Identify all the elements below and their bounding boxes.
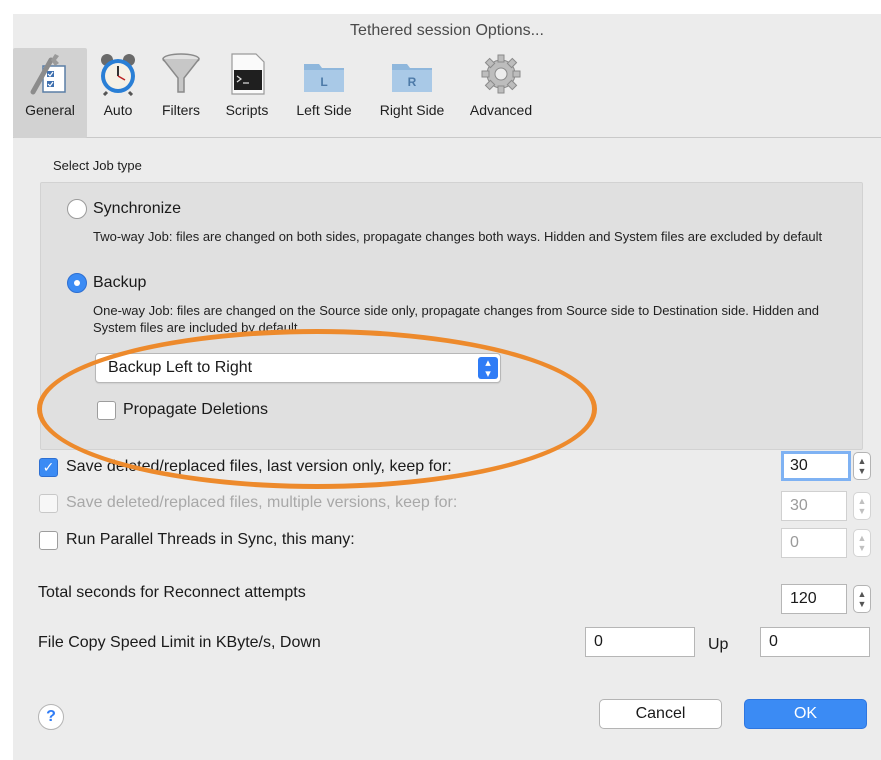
speed-limit-up-input[interactable]: 0 [760, 627, 870, 657]
job-type-section-label: Select Job type [53, 158, 142, 173]
tab-scripts[interactable]: Scripts [215, 48, 279, 138]
synchronize-label[interactable]: Synchronize [93, 200, 181, 218]
tab-auto[interactable]: Auto [91, 48, 145, 138]
svg-text:R: R [408, 75, 417, 89]
chevron-up-down-icon: ▴ ▾ [478, 357, 498, 380]
cancel-button[interactable]: Cancel [599, 699, 722, 729]
tab-right-side-label: Right Side [379, 102, 445, 118]
synchronize-radio[interactable] [67, 199, 87, 219]
propagate-deletions-checkbox[interactable] [97, 401, 116, 420]
general-wrench-checkbox-icon [30, 54, 66, 95]
tab-left-side[interactable]: L Left Side [283, 48, 365, 138]
terminal-document-icon [231, 53, 265, 95]
funnel-icon [162, 53, 200, 93]
speed-limit-up-label: Up [708, 636, 729, 653]
save-last-version-days-input[interactable]: 30 [781, 451, 851, 481]
save-multiple-versions-stepper[interactable]: ▲ ▼ [853, 492, 871, 520]
tab-scripts-label: Scripts [225, 102, 269, 118]
speed-limit-down-input[interactable]: 0 [585, 627, 695, 657]
reconnect-seconds-input[interactable]: 120 [781, 584, 847, 614]
save-multiple-versions-input[interactable]: 30 [781, 491, 847, 521]
parallel-threads-input[interactable]: 0 [781, 528, 847, 558]
window-title: Tethered session Options... [350, 22, 544, 39]
reconnect-label: Total seconds for Reconnect attempts [38, 584, 306, 601]
help-button[interactable]: ? [38, 704, 64, 730]
ok-button[interactable]: OK [744, 699, 867, 729]
gear-icon [481, 54, 521, 94]
preferences-toolbar: General Auto Filters Scripts L Left Side… [13, 48, 881, 138]
backup-direction-select[interactable]: Backup Left to Right ▴ ▾ [95, 353, 501, 383]
tab-general[interactable]: General [13, 48, 87, 138]
parallel-threads-checkbox[interactable] [39, 531, 58, 550]
folder-r-icon: R [392, 64, 432, 92]
folder-l-icon: L [304, 64, 344, 92]
options-dialog: Tethered session Options... General Auto… [13, 14, 881, 760]
tab-auto-label: Auto [103, 102, 133, 118]
speed-limit-label: File Copy Speed Limit in KByte/s, Down [38, 634, 321, 651]
backup-radio[interactable] [67, 273, 87, 293]
tab-general-label: General [25, 102, 75, 118]
backup-direction-value: Backup Left to Right [108, 359, 253, 376]
save-last-version-stepper[interactable]: ▲ ▼ [853, 452, 871, 480]
alarm-clock-icon [101, 54, 135, 96]
parallel-threads-label[interactable]: Run Parallel Threads in Sync, this many: [66, 531, 355, 549]
save-multiple-versions-checkbox[interactable] [39, 494, 58, 513]
save-last-version-checkbox[interactable]: ✓ [39, 458, 58, 477]
tab-left-side-label: Left Side [296, 102, 352, 118]
backup-description: One-way Job: files are changed on the So… [93, 303, 820, 335]
tab-right-side[interactable]: R Right Side [367, 48, 457, 138]
tab-filters-label: Filters [161, 102, 201, 118]
save-last-version-label[interactable]: Save deleted/replaced files, last versio… [66, 458, 452, 476]
reconnect-seconds-stepper[interactable]: ▲ ▼ [853, 585, 871, 613]
parallel-threads-stepper[interactable]: ▲ ▼ [853, 529, 871, 557]
tab-advanced-label: Advanced [469, 102, 533, 118]
tab-filters[interactable]: Filters [151, 48, 211, 138]
backup-label[interactable]: Backup [93, 274, 146, 292]
tab-advanced[interactable]: Advanced [459, 48, 543, 138]
save-multiple-versions-label[interactable]: Save deleted/replaced files, multiple ve… [66, 494, 457, 512]
synchronize-description: Two-way Job: files are changed on both s… [93, 229, 823, 244]
propagate-deletions-label[interactable]: Propagate Deletions [123, 401, 268, 419]
svg-text:L: L [320, 75, 327, 89]
